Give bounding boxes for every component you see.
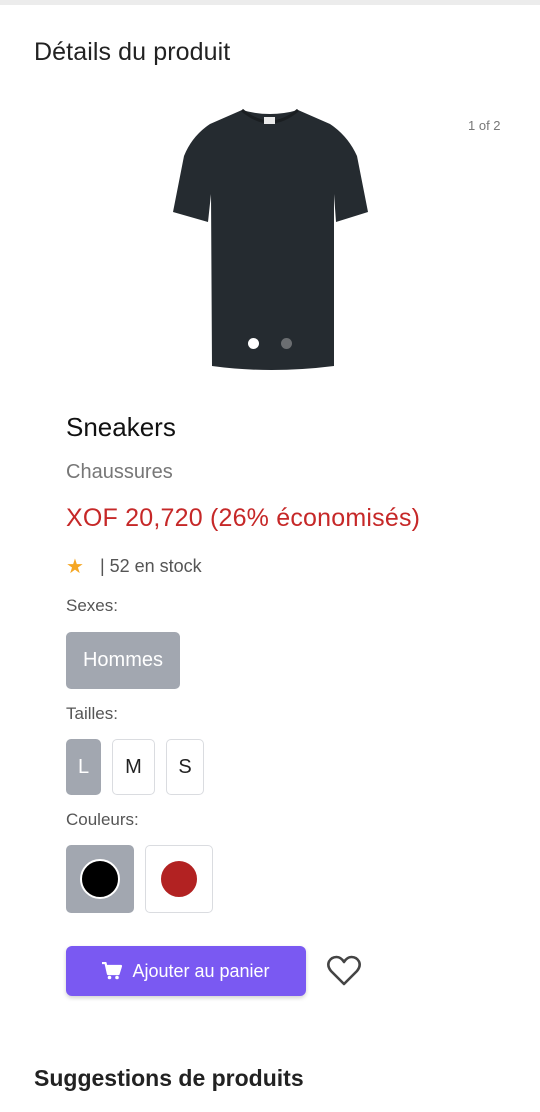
size-option-label: M bbox=[125, 755, 142, 778]
size-option-m[interactable]: M bbox=[112, 739, 155, 795]
star-icon: ★ bbox=[66, 556, 84, 578]
carousel-dot[interactable] bbox=[281, 338, 292, 349]
heart-icon[interactable] bbox=[326, 954, 362, 988]
size-option-s[interactable]: S bbox=[166, 739, 204, 795]
size-option-label: S bbox=[178, 755, 192, 778]
stock-text: | 52 en stock bbox=[99, 556, 202, 576]
color-circle-black bbox=[80, 859, 120, 899]
color-circle-red bbox=[159, 859, 199, 899]
product-image-carousel[interactable]: 1 of 2 bbox=[0, 96, 540, 386]
sexes-label: Sexes: bbox=[66, 596, 118, 615]
colors-label: Couleurs: bbox=[66, 810, 139, 829]
carousel-dot-active[interactable] bbox=[248, 338, 259, 349]
add-to-cart-button[interactable]: Ajouter au panier bbox=[66, 946, 306, 996]
product-category: Chaussures bbox=[66, 461, 173, 483]
cart-icon bbox=[102, 962, 123, 980]
color-swatch-red[interactable] bbox=[145, 845, 213, 913]
product-price: XOF 20,720 (26% économisés) bbox=[66, 504, 421, 532]
add-to-cart-label: Ajouter au panier bbox=[132, 960, 270, 981]
color-swatch-black[interactable] bbox=[66, 845, 134, 913]
sizes-label: Tailles: bbox=[66, 704, 118, 723]
carousel-dots bbox=[248, 338, 292, 349]
page-title: Détails du produit bbox=[34, 38, 231, 66]
tshirt-image bbox=[173, 108, 368, 370]
sex-option-hommes[interactable]: Hommes bbox=[66, 632, 180, 689]
sex-option-label: Hommes bbox=[82, 649, 163, 671]
top-divider bbox=[0, 0, 540, 5]
size-option-l[interactable]: L bbox=[66, 739, 101, 795]
size-option-label: L bbox=[77, 755, 90, 778]
rating-stock-row: ★ | 52 en stock bbox=[66, 554, 202, 579]
product-name: Sneakers bbox=[66, 412, 176, 442]
carousel-counter: 1 of 2 bbox=[468, 118, 501, 133]
suggestions-title: Suggestions de produits bbox=[34, 1065, 304, 1091]
